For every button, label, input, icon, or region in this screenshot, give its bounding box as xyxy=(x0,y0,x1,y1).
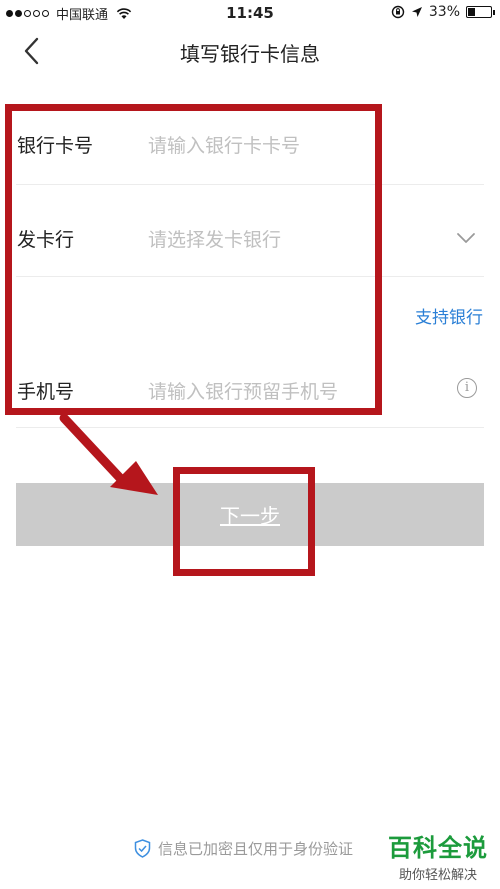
security-note-text: 信息已加密且仅用于身份验证 xyxy=(158,840,354,858)
watermark-subtitle: 助你轻松解决 xyxy=(398,868,477,883)
security-note: 信息已加密且仅用于身份验证 xyxy=(134,838,353,859)
annotation-arrow xyxy=(59,413,158,495)
shield-check-icon xyxy=(134,839,151,858)
watermark-title: 百科全说 xyxy=(388,834,488,862)
watermark-logo: 百科全说 助你轻松解决 xyxy=(388,828,488,883)
